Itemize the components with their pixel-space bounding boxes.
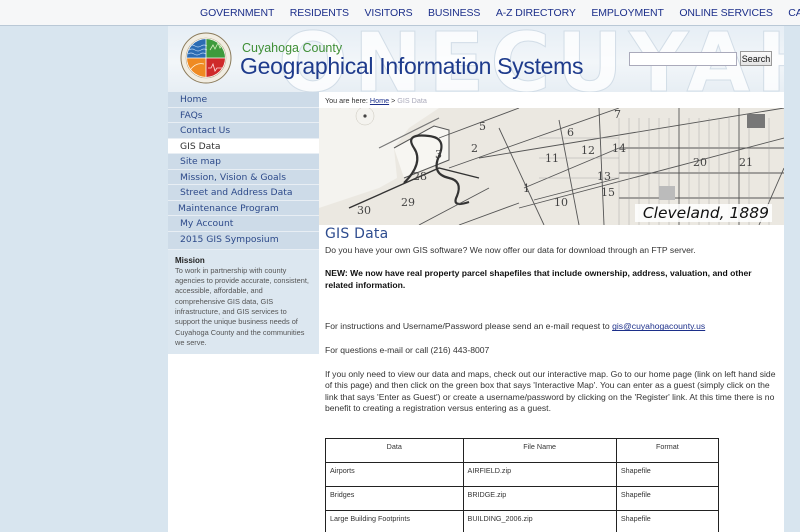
page-title: GIS Data: [325, 226, 389, 242]
breadcrumb-prefix: You are here:: [325, 96, 368, 105]
interactive-map-text: If you only need to view our data and ma…: [325, 368, 776, 414]
cell-file-name[interactable]: BRIDGE.zip: [462, 486, 617, 511]
map-ward-label: 21: [739, 156, 753, 169]
sidebar-item-site-map[interactable]: Site map: [168, 154, 319, 170]
table-row: Bridges BRIDGE.zip Shapefile: [325, 486, 720, 511]
topnav-government[interactable]: GOVERNMENT: [200, 7, 274, 19]
map-ward-label: 6: [567, 126, 574, 139]
intro-text: Do you have your own GIS software? We no…: [325, 244, 696, 255]
map-caption: Cleveland, 1889: [634, 204, 772, 222]
map-ward-label: 2: [471, 142, 478, 155]
column-header-format: Format: [615, 438, 720, 463]
map-ward-label: 7: [614, 108, 621, 121]
sidebar-item-my-account[interactable]: My Account: [168, 216, 319, 232]
county-seal-icon[interactable]: [180, 30, 232, 86]
breadcrumb: You are here: Home > GIS Data: [325, 96, 427, 105]
map-ward-label: 28: [413, 170, 427, 183]
map-ward-label: 14: [612, 142, 626, 155]
map-ward-label: 15: [601, 186, 615, 199]
cell-format: Shapefile: [615, 510, 720, 532]
map-ward-label: 3: [435, 148, 442, 161]
column-header-file-name: File Name: [462, 438, 617, 463]
article: GIS Data Do you have your own GIS softwa…: [325, 226, 780, 427]
sidebar-item-mission-vision-goals[interactable]: Mission, Vision & Goals: [168, 169, 319, 185]
questions-text: For questions e-mail or call (216) 443-8…: [325, 344, 490, 355]
map-ward-label: 29: [401, 196, 415, 209]
header-banner: ONECUYAHOGA Cuyahoga County Geographical…: [168, 26, 784, 92]
cell-data: Bridges: [325, 486, 464, 511]
breadcrumb-home-link[interactable]: Home: [370, 96, 389, 105]
topnav-residents[interactable]: RESIDENTS: [290, 7, 349, 19]
cell-format: Shapefile: [615, 486, 720, 511]
new-notice: NEW: We now have real property parcel sh…: [325, 268, 752, 290]
map-ward-label: 30: [357, 204, 371, 217]
site-title[interactable]: Geographical Information Systems: [240, 53, 584, 80]
topnav-online-services[interactable]: ONLINE SERVICES: [679, 7, 773, 19]
map-ward-label: 12: [581, 144, 595, 157]
map-ward-label: 11: [545, 152, 559, 165]
breadcrumb-separator: >: [391, 96, 396, 105]
map-ward-label: 1: [523, 182, 530, 195]
topnav-calendar[interactable]: CALENDAR: [788, 7, 800, 19]
search-input[interactable]: [629, 52, 737, 66]
table-header-row: Data File Name Format: [325, 438, 720, 463]
table-row: Airports AIRFIELD.zip Shapefile: [325, 462, 720, 487]
instructions-text: For instructions and Username/Password p…: [325, 321, 780, 333]
sidebar-item-home[interactable]: Home: [168, 92, 319, 108]
sidebar: Home FAQs Contact Us GIS Data Site map M…: [168, 92, 319, 532]
table-row: Large Building Footprints BUILDING_2006.…: [325, 510, 720, 532]
topnav-employment[interactable]: EMPLOYMENT: [591, 7, 664, 19]
cell-file-name[interactable]: BUILDING_2006.zip: [462, 510, 617, 532]
cell-data: Large Building Footprints: [325, 510, 464, 532]
map-ward-label: 13: [597, 170, 611, 183]
mission-box: Mission To work in partnership with coun…: [168, 249, 319, 355]
topnav-business[interactable]: BUSINESS: [428, 7, 480, 19]
data-downloads-table: Data File Name Format Airports AIRFIELD.…: [325, 438, 720, 532]
historic-map-image: 3 2 5 6 7 12 14 20 21 13 15 1 28 29 30 1…: [319, 108, 784, 225]
map-ward-label: 20: [693, 156, 707, 169]
sidebar-item-street-address-data[interactable]: Street and Address Data: [168, 185, 319, 201]
mission-heading: Mission: [175, 255, 205, 265]
page-container: ONECUYAHOGA Cuyahoga County Geographical…: [168, 26, 784, 532]
cell-file-name[interactable]: AIRFIELD.zip: [462, 462, 617, 487]
search-button[interactable]: Search: [740, 51, 772, 66]
topnav-visitors[interactable]: VISITORS: [364, 7, 412, 19]
breadcrumb-current: GIS Data: [397, 96, 427, 105]
instructions-prefix: For instructions and Username/Password p…: [325, 321, 613, 332]
map-ward-label: 10: [554, 196, 568, 209]
main-content: You are here: Home > GIS Data 3 2 5 6 7 …: [319, 92, 784, 532]
email-link[interactable]: gis@cuyahogacounty.us: [612, 321, 705, 331]
cell-data: Airports: [325, 462, 464, 487]
sidebar-item-maintenance-program[interactable]: Maintenance Program: [168, 200, 319, 216]
sidebar-item-gis-data[interactable]: GIS Data: [168, 138, 319, 154]
sidebar-item-faqs[interactable]: FAQs: [168, 107, 319, 123]
top-navigation: GOVERNMENT RESIDENTS VISITORS BUSINESS A…: [0, 0, 800, 26]
map-ward-label: 5: [479, 120, 486, 133]
topnav-az-directory[interactable]: A-Z DIRECTORY: [496, 7, 576, 19]
mission-text: To work in partnership with county agenc…: [175, 265, 309, 347]
sidebar-item-contact-us[interactable]: Contact Us: [168, 123, 319, 139]
cell-format: Shapefile: [615, 462, 720, 487]
column-header-data: Data: [325, 438, 464, 463]
sidebar-item-2015-gis-symposium[interactable]: 2015 GIS Symposium: [168, 231, 319, 250]
